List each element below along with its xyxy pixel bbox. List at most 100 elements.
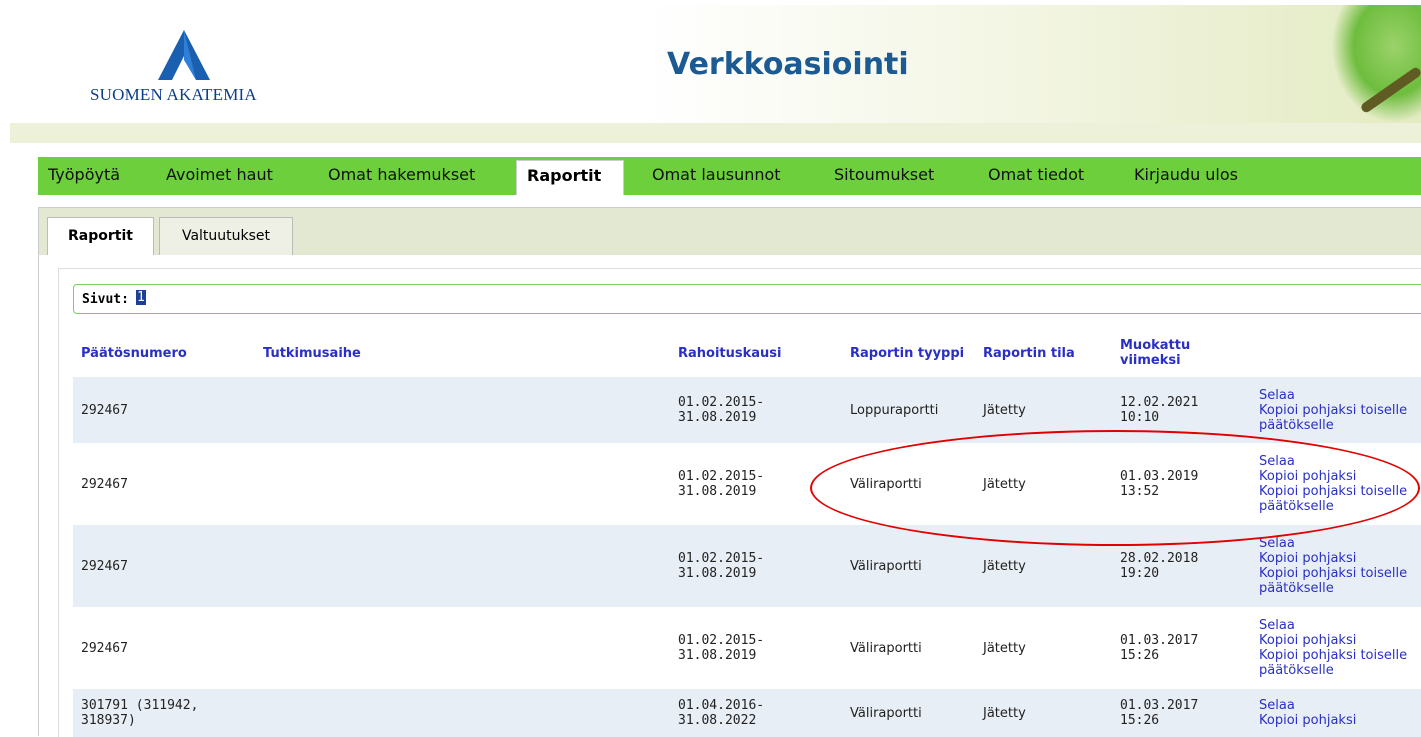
cell-topic (255, 607, 670, 689)
modified-time: 19:20 (1120, 566, 1160, 581)
col-header-actions (1251, 329, 1421, 377)
page-header: SUOMEN AKATEMIA Verkkoasiointi (10, 5, 1421, 123)
kopioi-pohjaksi-link[interactable]: Kopioi pohjaksi (1259, 469, 1415, 484)
col-header-tutkimusaihe[interactable]: Tutkimusaihe (255, 329, 670, 377)
table-row: 292467 01.02.2015- 31.08.2019 Loppuraport… (73, 377, 1421, 443)
cell-number: 292467 (73, 443, 255, 525)
nav-omat-lausunnot[interactable]: Omat lausunnot (652, 165, 781, 184)
period-start: 01.02.2015- (678, 469, 765, 484)
cell-type: Väliraportti (842, 689, 975, 737)
period-end: 31.08.2019 (678, 410, 757, 425)
cell-state: Jätetty (975, 607, 1112, 689)
cell-type: Väliraportti (842, 525, 975, 607)
nav-omat-hakemukset[interactable]: Omat hakemukset (328, 165, 475, 184)
col-header-raportin-tyyppi[interactable]: Raportin tyyppi (842, 329, 975, 377)
cell-state: Jätetty (975, 443, 1112, 525)
suomen-akatemia-logo[interactable]: SUOMEN AKATEMIA (80, 30, 290, 110)
pager-page-1[interactable]: 1 (136, 290, 146, 305)
cell-actions: Selaa Kopioi pohjaksi Kopioi pohjaksi to… (1251, 607, 1421, 689)
cell-actions: Selaa Kopioi pohjaksi Kopioi pohjaksi to… (1251, 525, 1421, 607)
selaa-link[interactable]: Selaa (1259, 454, 1415, 469)
cell-state: Jätetty (975, 689, 1112, 737)
nav-sitoumukset[interactable]: Sitoumukset (834, 165, 934, 184)
period-start: 01.02.2015- (678, 551, 765, 566)
reports-table: Päätösnumero Tutkimusaihe Rahoituskausi … (73, 329, 1421, 737)
table-row: 292467 01.02.2015- 31.08.2019 Väliraportt… (73, 607, 1421, 689)
cell-period: 01.02.2015- 31.08.2019 (670, 377, 842, 443)
report-list-area: Sivut: 1 Päätösnumero Tutkimusaihe Rahoi… (58, 268, 1421, 737)
kopioi-pohjaksi-link[interactable]: Kopioi pohjaksi (1259, 551, 1415, 566)
modified-date: 12.02.2021 (1120, 395, 1199, 410)
kopioi-toiselle-link[interactable]: Kopioi pohjaksi toiselle päätökselle (1259, 403, 1415, 433)
cell-number: 292467 (73, 607, 255, 689)
period-start: 01.04.2016- (678, 698, 765, 713)
selaa-link[interactable]: Selaa (1259, 536, 1415, 551)
pager-label: Sivut: (82, 292, 129, 307)
kopioi-toiselle-link[interactable]: Kopioi pohjaksi toiselle päätökselle (1259, 566, 1415, 596)
leaf-stem (1359, 65, 1421, 115)
modified-date: 28.02.2018 (1120, 551, 1199, 566)
period-end: 31.08.2019 (678, 648, 757, 663)
modified-time: 10:10 (1120, 410, 1160, 425)
header-subbar (10, 123, 1421, 143)
cell-modified: 01.03.2017 15:26 (1112, 607, 1251, 689)
nav-tyopoyta[interactable]: Työpöytä (48, 165, 120, 184)
cell-period: 01.02.2015- 31.08.2019 (670, 443, 842, 525)
cell-type: Väliraportti (842, 607, 975, 689)
logo-text: SUOMEN AKATEMIA (90, 85, 257, 104)
cell-type: Väliraportti (842, 443, 975, 525)
table-row: 301791 (311942, 318937) 01.04.2016- 31.08… (73, 689, 1421, 737)
nav-omat-tiedot[interactable]: Omat tiedot (988, 165, 1084, 184)
table-header-row: Päätösnumero Tutkimusaihe Rahoituskausi … (73, 329, 1421, 377)
period-start: 01.02.2015- (678, 395, 765, 410)
cell-modified: 01.03.2019 13:52 (1112, 443, 1251, 525)
kopioi-pohjaksi-link[interactable]: Kopioi pohjaksi (1259, 713, 1415, 728)
nav-kirjaudu-ulos[interactable]: Kirjaudu ulos (1134, 165, 1238, 184)
period-end: 31.08.2019 (678, 484, 757, 499)
subtab-bar: Raportit Valtuutukset (39, 208, 1421, 255)
nav-raportit-active[interactable]: Raportit (516, 160, 624, 195)
period-end: 31.08.2022 (678, 713, 757, 728)
subtab-valtuutukset[interactable]: Valtuutukset (159, 217, 293, 255)
cell-period: 01.02.2015- 31.08.2019 (670, 525, 842, 607)
modified-time: 13:52 (1120, 484, 1160, 499)
cell-modified: 28.02.2018 19:20 (1112, 525, 1251, 607)
cell-topic (255, 377, 670, 443)
cell-actions: Selaa Kopioi pohjaksi Kopioi pohjaksi to… (1251, 443, 1421, 525)
selaa-link[interactable]: Selaa (1259, 618, 1415, 633)
col-header-muokattu-viimeksi[interactable]: Muokattu viimeksi (1112, 329, 1251, 377)
period-start: 01.02.2015- (678, 633, 765, 648)
pager: Sivut: 1 (73, 284, 1421, 314)
col-header-raportin-tila[interactable]: Raportin tila (975, 329, 1112, 377)
nav-avoimet-haut[interactable]: Avoimet haut (166, 165, 273, 184)
logo-triangle-icon (158, 30, 210, 80)
main-nav: Työpöytä Avoimet haut Omat hakemukset Ra… (38, 157, 1421, 195)
kopioi-toiselle-link[interactable]: Kopioi pohjaksi toiselle päätökselle (1259, 648, 1415, 678)
col-header-paatosnumero[interactable]: Päätösnumero (73, 329, 255, 377)
cell-modified: 12.02.2021 10:10 (1112, 377, 1251, 443)
cell-number: 292467 (73, 525, 255, 607)
cell-number: 301791 (311942, 318937) (73, 689, 255, 737)
app-title: Verkkoasiointi (667, 47, 909, 82)
modified-date: 01.03.2017 (1120, 698, 1199, 713)
period-end: 31.08.2019 (678, 566, 757, 581)
cell-state: Jätetty (975, 377, 1112, 443)
cell-state: Jätetty (975, 525, 1112, 607)
selaa-link[interactable]: Selaa (1259, 698, 1415, 713)
selaa-link[interactable]: Selaa (1259, 388, 1415, 403)
cell-type: Loppuraportti (842, 377, 975, 443)
cell-number: 292467 (73, 377, 255, 443)
kopioi-pohjaksi-link[interactable]: Kopioi pohjaksi (1259, 633, 1415, 648)
cell-period: 01.02.2015- 31.08.2019 (670, 607, 842, 689)
cell-actions: Selaa Kopioi pohjaksi toiselle päätöksel… (1251, 377, 1421, 443)
table-row: 292467 01.02.2015- 31.08.2019 Väliraportt… (73, 525, 1421, 607)
cell-topic (255, 689, 670, 737)
col-header-rahoituskausi[interactable]: Rahoituskausi (670, 329, 842, 377)
cell-period: 01.04.2016- 31.08.2022 (670, 689, 842, 737)
leaf-decoration (1331, 5, 1421, 123)
kopioi-toiselle-link[interactable]: Kopioi pohjaksi toiselle päätökselle (1259, 484, 1415, 514)
subtab-raportit[interactable]: Raportit (47, 217, 154, 255)
cell-actions: Selaa Kopioi pohjaksi (1251, 689, 1421, 737)
modified-time: 15:26 (1120, 713, 1160, 728)
modified-date: 01.03.2017 (1120, 633, 1199, 648)
